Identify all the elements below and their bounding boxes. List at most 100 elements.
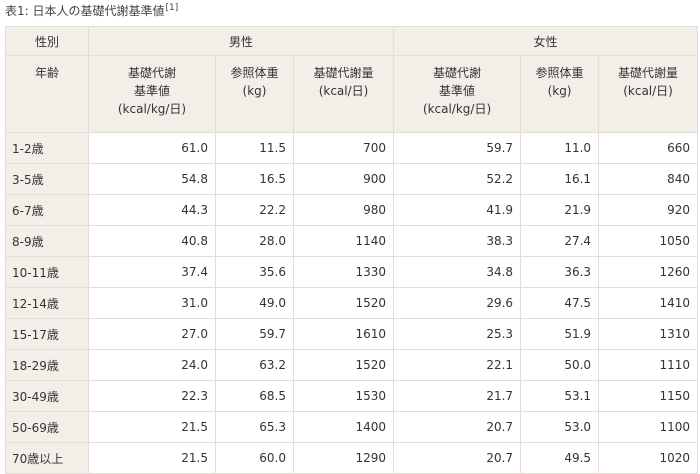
header-line: 基礎代謝量 xyxy=(313,66,374,80)
table-body: 1-2歳 61.0 11.5 700 59.7 11.0 660 3-5歳 54.8 16.5 90… xyxy=(5,132,699,474)
header-male-bmr-amount: 基礎代謝量 (kcal/日) xyxy=(292,55,395,133)
value-cell: 1260 xyxy=(598,256,699,288)
age-cell: 50-69歳 xyxy=(5,411,89,443)
header-line: (kg) xyxy=(242,84,267,98)
value-cell: 36.3 xyxy=(520,256,600,288)
header-line: (kcal/日) xyxy=(318,84,369,98)
header-male-reference-weight: 参照体重 (kg) xyxy=(215,55,294,133)
value-cell: 29.6 xyxy=(393,287,522,319)
age-cell: 30-49歳 xyxy=(5,380,89,412)
value-cell: 54.8 xyxy=(88,163,216,195)
table-row: 15-17歳 27.0 59.7 1610 25.3 51.9 1310 xyxy=(5,318,699,350)
table-row: 8-9歳 40.8 28.0 1140 38.3 27.4 1050 xyxy=(5,225,699,257)
value-cell: 27.4 xyxy=(520,225,600,257)
value-cell: 25.3 xyxy=(393,318,522,350)
value-cell: 920 xyxy=(598,194,699,226)
header-line: 基礎代謝 xyxy=(127,66,176,80)
header-line: 参照体重 xyxy=(535,66,584,80)
value-cell: 44.3 xyxy=(88,194,216,226)
value-cell: 16.1 xyxy=(520,163,600,195)
value-cell: 700 xyxy=(292,132,395,164)
value-cell: 1290 xyxy=(292,442,395,474)
age-cell: 18-29歳 xyxy=(5,349,89,381)
value-cell: 22.2 xyxy=(215,194,294,226)
value-cell: 1150 xyxy=(598,380,699,412)
age-cell: 8-9歳 xyxy=(5,225,89,257)
value-cell: 38.3 xyxy=(393,225,522,257)
value-cell: 840 xyxy=(598,163,699,195)
header-line: (kcal/日) xyxy=(623,84,673,98)
header-line: 参照体重 xyxy=(230,66,279,80)
table-row: 70歳以上 21.5 60.0 1290 20.7 49.5 1020 xyxy=(5,442,699,474)
table-row: 10-11歳 37.4 35.6 1330 34.8 36.3 1260 xyxy=(5,256,699,288)
value-cell: 47.5 xyxy=(520,287,600,319)
value-cell: 61.0 xyxy=(88,132,216,164)
value-cell: 31.0 xyxy=(88,287,216,319)
value-cell: 11.5 xyxy=(215,132,294,164)
value-cell: 52.2 xyxy=(393,163,522,195)
header-line: 基準値 xyxy=(133,84,170,98)
value-cell: 41.9 xyxy=(393,194,522,226)
table-row: 12-14歳 31.0 49.0 1520 29.6 47.5 1410 xyxy=(5,287,699,319)
header-line: 基礎代謝量 xyxy=(618,66,679,80)
value-cell: 1520 xyxy=(292,349,395,381)
header-sex: 性別 xyxy=(5,26,89,56)
value-cell: 51.9 xyxy=(520,318,600,350)
value-cell: 1530 xyxy=(292,380,395,412)
table-row: 30-49歳 22.3 68.5 1530 21.7 53.1 1150 xyxy=(5,380,699,412)
header-line: (kcal/kg/日) xyxy=(117,102,187,116)
value-cell: 1110 xyxy=(598,349,699,381)
header-group-male: 男性 xyxy=(87,26,395,56)
value-cell: 27.0 xyxy=(88,318,216,350)
value-cell: 11.0 xyxy=(520,132,600,164)
value-cell: 1610 xyxy=(292,318,395,350)
value-cell: 53.0 xyxy=(520,411,600,443)
value-cell: 50.0 xyxy=(520,349,600,381)
value-cell: 16.5 xyxy=(215,163,294,195)
value-cell: 40.8 xyxy=(88,225,216,257)
value-cell: 1140 xyxy=(292,225,395,257)
value-cell: 53.1 xyxy=(520,380,600,412)
header-group-female: 女性 xyxy=(393,26,699,56)
value-cell: 65.3 xyxy=(215,411,294,443)
value-cell: 49.0 xyxy=(215,287,294,319)
value-cell: 49.5 xyxy=(520,442,600,474)
age-cell: 12-14歳 xyxy=(5,287,89,319)
value-cell: 900 xyxy=(292,163,395,195)
value-cell: 21.5 xyxy=(88,411,216,443)
header-age: 年齢 xyxy=(5,55,89,133)
value-cell: 22.3 xyxy=(88,380,216,412)
header-female-bmr-standard: 基礎代謝基準値 (kcal/kg/日) xyxy=(393,55,522,133)
age-cell: 3-5歳 xyxy=(5,163,89,195)
value-cell: 20.7 xyxy=(393,411,522,443)
value-cell: 34.8 xyxy=(393,256,522,288)
value-cell: 20.7 xyxy=(393,442,522,474)
value-cell: 1520 xyxy=(292,287,395,319)
value-cell: 1100 xyxy=(598,411,699,443)
header-line: 基礎代謝 xyxy=(433,66,482,80)
reference-link[interactable]: [1] xyxy=(166,3,179,13)
table-row: 50-69歳 21.5 65.3 1400 20.7 53.0 1100 xyxy=(5,411,699,443)
value-cell: 1410 xyxy=(598,287,699,319)
value-cell: 60.0 xyxy=(215,442,294,474)
header-female-bmr-amount: 基礎代謝量 (kcal/日) xyxy=(598,55,699,133)
age-cell: 15-17歳 xyxy=(5,318,89,350)
value-cell: 1050 xyxy=(598,225,699,257)
value-cell: 1400 xyxy=(292,411,395,443)
header-row-groups: 性別 男性 女性 xyxy=(5,26,699,56)
value-cell: 28.0 xyxy=(215,225,294,257)
metabolism-table: 性別 男性 女性 年齢 基礎代謝 基準値 (kcal/kg/日) 参照体重 (kg) … xyxy=(5,26,699,474)
header-line: (kcal/kg/日) xyxy=(422,102,492,116)
value-cell: 63.2 xyxy=(215,349,294,381)
header-line: 基準値 xyxy=(439,84,476,98)
value-cell: 1310 xyxy=(598,318,699,350)
value-cell: 35.6 xyxy=(215,256,294,288)
header-male-bmr-standard: 基礎代謝基準値 (kcal/kg/日) xyxy=(88,55,216,133)
value-cell: 660 xyxy=(598,132,699,164)
value-cell: 21.7 xyxy=(393,380,522,412)
caption-text: 表1: 日本人の基礎代謝基準値 xyxy=(5,4,165,18)
table-row: 3-5歳 54.8 16.5 900 52.2 16.1 840 xyxy=(5,163,699,195)
value-cell: 21.5 xyxy=(88,442,216,474)
table-row: 6-7歳 44.3 22.2 980 41.9 21.9 920 xyxy=(5,194,699,226)
age-cell: 6-7歳 xyxy=(5,194,89,226)
